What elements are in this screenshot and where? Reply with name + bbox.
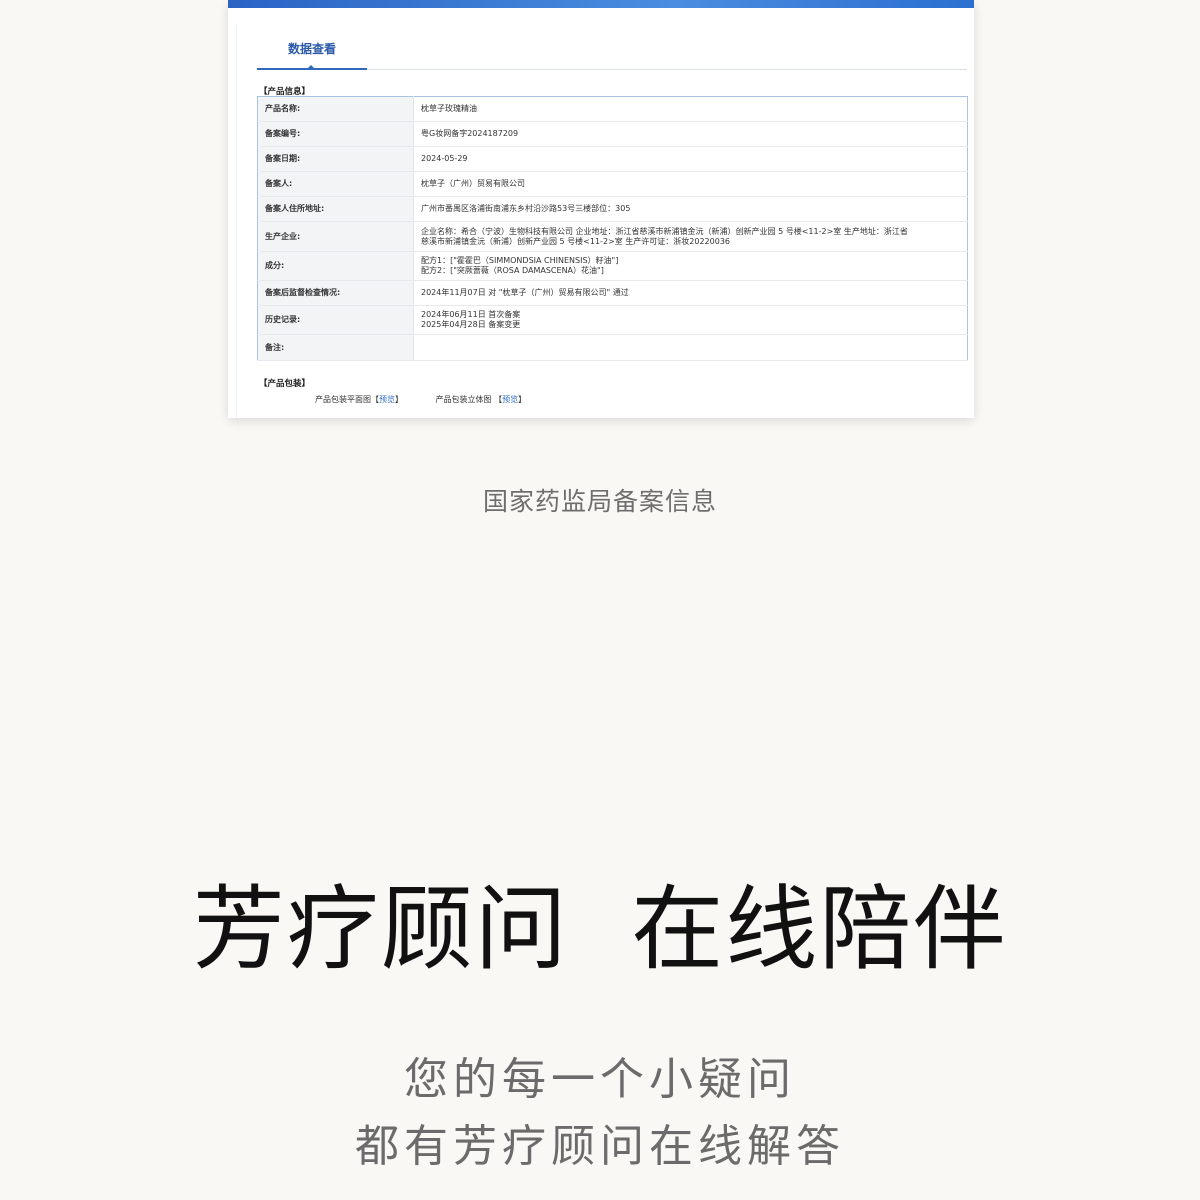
- table-row: 备案人: 枕草子（广州）贸易有限公司: [257, 171, 968, 197]
- row-label: 备注:: [257, 334, 414, 361]
- row-value: 2024年06月11日 首次备案 2025年04月28日 备案变更: [413, 305, 968, 335]
- tab-caret-icon: [307, 65, 315, 69]
- screenshot-caption: 国家药监局备案信息: [482, 487, 717, 516]
- row-value: 企业名称：希合（宁波）生物科技有限公司 企业地址：浙江省慈溪市新浦镇金沅（新浦）…: [413, 221, 968, 252]
- header-bar: [228, 0, 974, 8]
- table-row: 成分: 配方1：["霍霍巴（SIMMONDSIA CHINENSIS）籽油"] 配…: [257, 251, 968, 281]
- packaging-3d-preview-link[interactable]: 预览: [502, 395, 518, 404]
- headline: 芳疗顾问 在线陪伴: [192, 876, 1008, 983]
- product-info-table: 产品名称: 枕草子玫瑰精油 备案编号: 粤G妆网备字2024187209 备案日期: 20…: [257, 96, 968, 361]
- table-row: 生产企业: 企业名称：希合（宁波）生物科技有限公司 企业地址：浙江省慈溪市新浦镇金…: [257, 221, 968, 252]
- packaging-flat-preview-link[interactable]: 预览: [379, 395, 395, 404]
- row-value: 广州市番禺区洛浦街南浦东乡村沿沙路53号三楼部位：305: [413, 196, 968, 222]
- row-value: 粤G妆网备字2024187209: [413, 121, 968, 147]
- table-row: 备案后监督检查情况: 2024年11月07日 对 "枕草子（广州）贸易有限公司" …: [257, 280, 968, 306]
- table-row: 备案编号: 粤G妆网备字2024187209: [257, 121, 968, 147]
- row-value: 枕草子（广州）贸易有限公司: [413, 171, 968, 197]
- row-label: 备案编号:: [257, 121, 414, 147]
- subline-2: 都有芳疗顾问在线解答: [355, 1121, 845, 1172]
- row-label: 历史记录:: [257, 305, 414, 335]
- subline-1: 您的每一个小疑问: [404, 1054, 796, 1105]
- packaging-item-flat: 产品包装平面图【预览】: [315, 395, 403, 404]
- table-row: 历史记录: 2024年06月11日 首次备案 2025年04月28日 备案变更: [257, 305, 968, 335]
- table-row: 产品名称: 枕草子玫瑰精油: [257, 96, 968, 122]
- row-label: 备案人:: [257, 171, 414, 197]
- section-title-packaging: 【产品包装】: [259, 379, 311, 389]
- row-label: 生产企业:: [257, 221, 414, 252]
- table-row: 备案人住所地址: 广州市番禺区洛浦街南浦东乡村沿沙路53号三楼部位：305: [257, 196, 968, 222]
- table-row: 备注:: [257, 334, 968, 361]
- row-label: 成分:: [257, 251, 414, 281]
- row-label: 备案人住所地址:: [257, 196, 414, 222]
- row-value: 2024-05-29: [413, 146, 968, 172]
- row-label: 备案后监督检查情况:: [257, 280, 414, 306]
- row-label: 备案日期:: [257, 146, 414, 172]
- registration-screenshot: 数据查看 【产品信息】 产品名称: 枕草子玫瑰精油 备案编号: 粤G妆网备字20241…: [228, 0, 974, 418]
- tab-data-view[interactable]: 数据查看: [257, 25, 367, 70]
- row-label: 产品名称:: [257, 96, 414, 122]
- tab-row: 数据查看: [257, 25, 967, 70]
- row-value: 2024年11月07日 对 "枕草子（广州）贸易有限公司" 通过: [413, 280, 968, 306]
- tab-data-view-label: 数据查看: [287, 42, 336, 56]
- table-row: 备案日期: 2024-05-29: [257, 146, 968, 172]
- row-value: 枕草子玫瑰精油: [413, 96, 968, 122]
- packaging-3d-label: 产品包装立体图: [435, 395, 492, 404]
- packaging-row: 产品包装平面图【预览】 产品包装立体图 【预览】: [315, 394, 556, 405]
- row-value: 配方1：["霍霍巴（SIMMONDSIA CHINENSIS）籽油"] 配方2：…: [413, 251, 968, 281]
- packaging-flat-label: 产品包装平面图: [315, 395, 371, 404]
- data-panel: 数据查看 【产品信息】 产品名称: 枕草子玫瑰精油 备案编号: 粤G妆网备字20241…: [236, 25, 974, 418]
- row-value: [413, 334, 968, 361]
- packaging-item-3d: 产品包装立体图 【预览】: [435, 395, 527, 404]
